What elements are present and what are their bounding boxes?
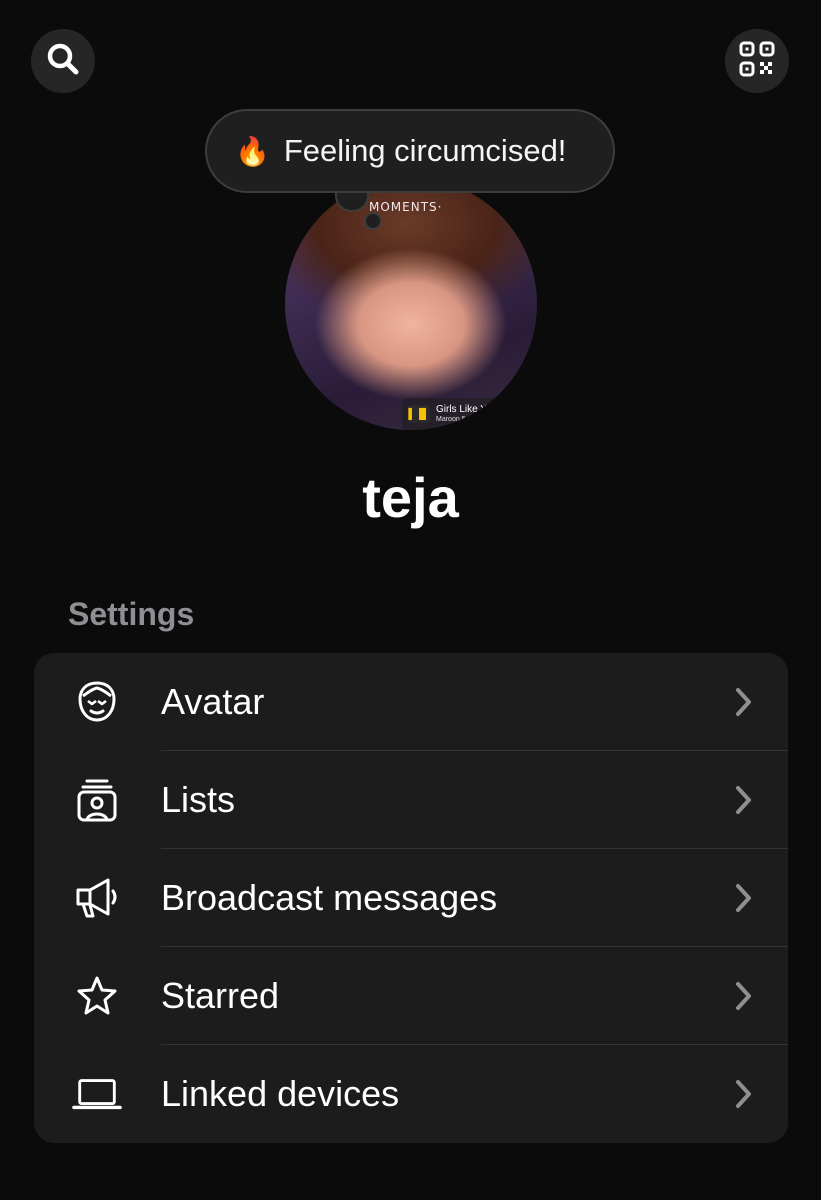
settings-item-linked-devices[interactable]: Linked devices — [34, 1045, 788, 1143]
qr-code-button[interactable] — [725, 29, 789, 93]
chevron-right-icon — [734, 783, 754, 817]
status-bubble[interactable]: 🔥 Feeling circumcised! — [205, 109, 615, 193]
chevron-right-icon — [734, 1077, 754, 1111]
star-icon — [72, 971, 122, 1021]
status-text: Feeling circumcised! — [283, 133, 567, 168]
laptop-icon — [72, 1069, 122, 1119]
chevron-right-icon — [734, 685, 754, 719]
settings-item-label: Avatar — [161, 681, 265, 722]
settings-item-label: Lists — [161, 779, 236, 820]
music-title: Girls Like You — [436, 404, 498, 416]
settings-item-avatar[interactable]: Avatar — [34, 653, 788, 751]
search-icon — [46, 42, 80, 81]
settings-item-broadcast-messages[interactable]: Broadcast messages — [34, 849, 788, 947]
chevron-right-icon — [734, 881, 754, 915]
music-wave-icon: ▌▐▌ — [408, 405, 430, 423]
status-bubble-tail-dot — [364, 212, 382, 230]
settings-item-starred[interactable]: Starred — [34, 947, 788, 1045]
fire-emoji: 🔥 — [235, 135, 270, 167]
music-artist: Maroon 5 — [436, 415, 466, 423]
qr-code-icon — [739, 41, 775, 82]
lists-icon — [72, 775, 122, 825]
settings-item-label: Starred — [161, 975, 280, 1016]
avatar-overlay-text: MOMENTS· — [369, 200, 443, 214]
username: teja — [362, 466, 459, 529]
settings-section-label: Settings — [68, 596, 195, 632]
settings-card: Avatar Lists Broadcast messages Starred … — [34, 653, 788, 1143]
settings-item-label: Linked devices — [161, 1073, 400, 1114]
avatar-face-icon — [72, 677, 122, 727]
search-button[interactable] — [31, 29, 95, 93]
settings-item-label: Broadcast messages — [161, 877, 498, 918]
megaphone-icon — [72, 873, 122, 923]
settings-item-lists[interactable]: Lists — [34, 751, 788, 849]
profile-avatar[interactable]: MOMENTS· ▌▐▌ Girls Like You Maroon 5 — [285, 178, 537, 430]
chevron-right-icon — [734, 979, 754, 1013]
music-chip: ▌▐▌ Girls Like You Maroon 5 — [402, 398, 528, 430]
